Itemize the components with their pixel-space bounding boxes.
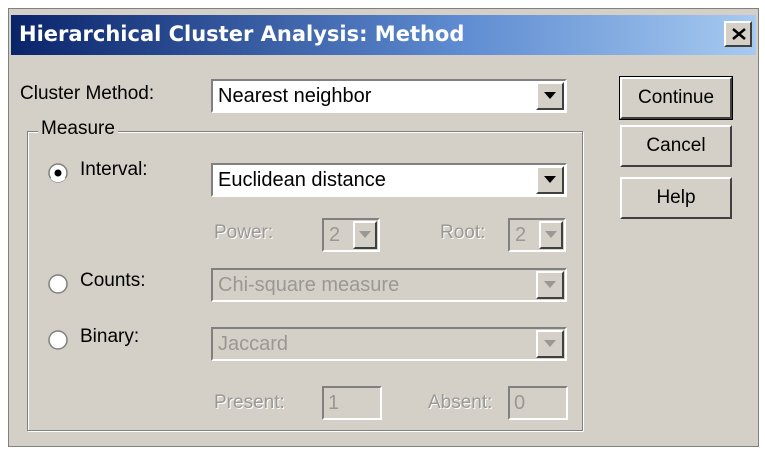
counts-measure-value: Chi-square measure [218, 274, 400, 296]
chevron-down-icon [545, 231, 557, 238]
interval-measure-value: Euclidean distance [218, 169, 386, 191]
root-label: Root: [440, 222, 486, 243]
power-dropdown-arrow[interactable] [353, 221, 377, 249]
absent-input[interactable]: 0 [508, 386, 568, 420]
cluster-method-dropdown[interactable]: Nearest neighbor [211, 79, 567, 113]
interval-radio[interactable] [48, 163, 68, 183]
present-label: Present: [214, 392, 285, 413]
chevron-down-icon [544, 92, 556, 99]
counts-measure-dropdown[interactable]: Chi-square measure [211, 268, 567, 302]
title-bar[interactable]: Hierarchical Cluster Analysis: Method [11, 15, 756, 55]
counts-label: Counts: [80, 270, 146, 291]
root-dropdown-arrow[interactable] [539, 221, 563, 249]
chevron-down-icon [544, 340, 556, 347]
power-value: 2 [329, 224, 341, 246]
power-label: Power: [214, 222, 274, 243]
binary-measure-value: Jaccard [218, 333, 289, 355]
binary-measure-dropdown[interactable]: Jaccard [211, 327, 567, 361]
cluster-method-label: Cluster Method: [20, 83, 155, 104]
counts-measure-dropdown-arrow[interactable] [536, 271, 564, 299]
absent-label: Absent: [428, 392, 493, 413]
chevron-down-icon [359, 231, 371, 238]
interval-label: Interval: [80, 159, 148, 180]
continue-button[interactable]: Continue [619, 76, 733, 120]
interval-measure-dropdown[interactable]: Euclidean distance [211, 163, 567, 197]
chevron-down-icon [544, 176, 556, 183]
present-input[interactable]: 1 [322, 386, 382, 420]
power-dropdown[interactable]: 2 [322, 218, 380, 252]
cancel-button[interactable]: Cancel [620, 125, 732, 167]
binary-measure-dropdown-arrow[interactable] [536, 330, 564, 358]
binary-label: Binary: [80, 326, 140, 347]
help-button[interactable]: Help [620, 177, 732, 219]
cluster-method-value: Nearest neighbor [218, 85, 372, 107]
interval-measure-dropdown-arrow[interactable] [536, 166, 564, 194]
root-value: 2 [515, 224, 527, 246]
binary-radio[interactable] [48, 330, 68, 350]
chevron-down-icon [544, 281, 556, 288]
measure-group-label: Measure [38, 118, 118, 140]
present-value: 1 [328, 392, 340, 414]
cluster-method-dropdown-arrow[interactable] [536, 82, 564, 110]
absent-value: 0 [514, 392, 526, 414]
dialog-title: Hierarchical Cluster Analysis: Method [19, 22, 465, 46]
root-dropdown[interactable]: 2 [508, 218, 566, 252]
close-button[interactable] [724, 21, 752, 47]
close-icon [732, 28, 746, 40]
counts-radio[interactable] [48, 274, 68, 294]
